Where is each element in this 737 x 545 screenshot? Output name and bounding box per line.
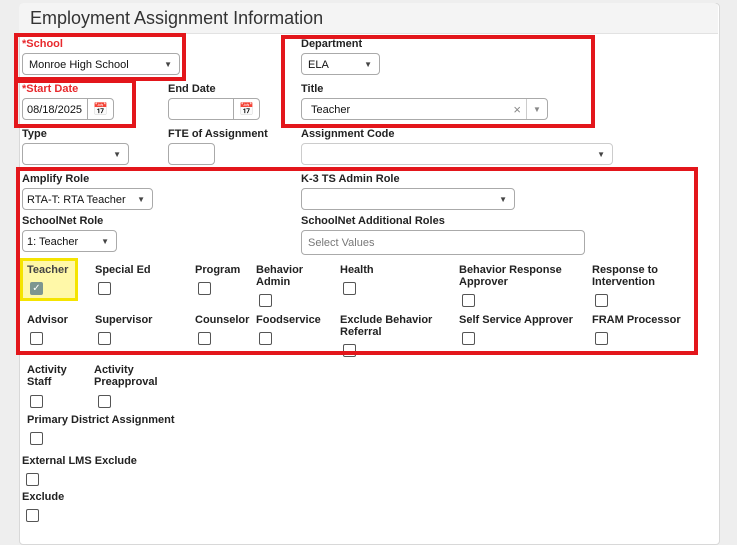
exclude-checkbox[interactable] [26, 509, 39, 522]
fte-input[interactable] [168, 143, 215, 165]
activity-staff-label: Activity Staff [27, 364, 67, 388]
external-lms-checkbox[interactable] [26, 473, 39, 486]
primary-district-label: Primary District Assignment [27, 414, 175, 426]
page-title: Employment Assignment Information [30, 8, 324, 28]
activity-preapproval-label: Activity Preapproval [94, 364, 158, 388]
end-date-label: End Date [168, 83, 216, 95]
highlight-department-title [281, 35, 595, 128]
activity-preapproval-checkbox[interactable] [98, 395, 111, 408]
chevron-down-icon: ▼ [113, 150, 121, 159]
calendar-icon[interactable]: 📅 [233, 99, 259, 119]
primary-district-checkbox[interactable] [30, 432, 43, 445]
type-label: Type [22, 128, 47, 140]
type-select[interactable]: ▼ [22, 143, 129, 165]
highlight-roles [16, 167, 698, 355]
fte-label: FTE of Assignment [168, 128, 268, 140]
assignment-code-label: Assignment Code [301, 128, 395, 140]
exclude-label: Exclude [22, 491, 65, 503]
chevron-down-icon: ▼ [597, 150, 605, 159]
activity-staff-checkbox[interactable] [30, 395, 43, 408]
assignment-code-select[interactable]: ▼ [301, 143, 613, 165]
highlight-school [14, 33, 186, 81]
end-date-input[interactable]: 📅 [168, 98, 260, 120]
external-lms-label: External LMS Exclude [22, 455, 137, 467]
highlight-start-date [14, 79, 136, 128]
